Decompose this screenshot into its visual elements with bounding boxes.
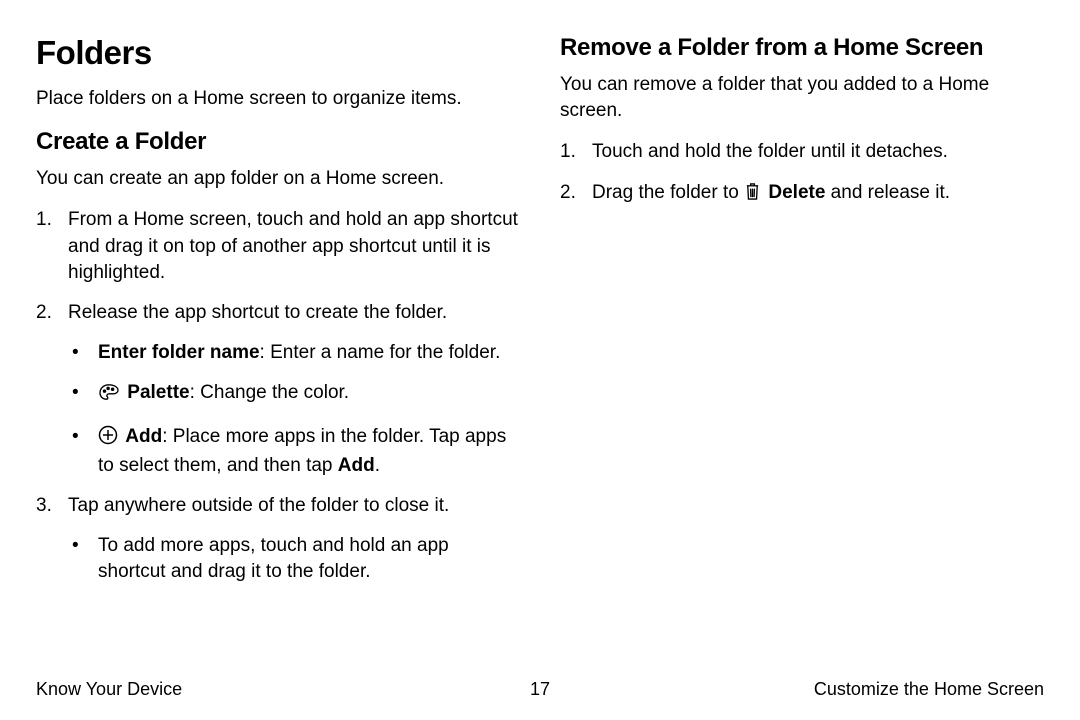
add-label: Add (125, 426, 162, 447)
add-word: Add (338, 455, 375, 476)
left-column: Folders Place folders on a Home screen t… (36, 34, 520, 671)
delete-label: Delete (768, 182, 825, 203)
enter-name-rest: : Enter a name for the folder. (260, 342, 501, 363)
step-2: Release the app shortcut to create the f… (36, 300, 520, 479)
palette-label: Palette (127, 382, 189, 403)
right-column: Remove a Folder from a Home Screen You c… (560, 34, 1044, 671)
intro-paragraph: Place folders on a Home screen to organi… (36, 86, 520, 112)
page-footer: Know Your Device 17 Customize the Home S… (36, 671, 1044, 700)
remove-folder-heading: Remove a Folder from a Home Screen (560, 34, 1044, 62)
palette-rest: : Change the color. (190, 382, 350, 403)
footer-left: Know Your Device (36, 679, 530, 700)
delete-icon (744, 181, 761, 209)
step-3-text: Tap anywhere outside of the folder to cl… (68, 495, 449, 516)
create-folder-heading: Create a Folder (36, 128, 520, 156)
main-title: Folders (36, 34, 520, 72)
create-folder-steps: From a Home screen, touch and hold an ap… (36, 207, 520, 585)
remove-folder-intro: You can remove a folder that you added t… (560, 72, 1044, 123)
enter-name-label: Enter folder name (98, 342, 260, 363)
create-folder-intro: You can create an app folder on a Home s… (36, 166, 520, 192)
step-3-bullets: To add more apps, touch and hold an app … (68, 533, 520, 585)
add-rest2: . (375, 455, 380, 476)
bullet-palette: Palette: Change the color. (68, 380, 520, 409)
remove-step-2-post: and release it. (825, 182, 950, 203)
footer-right: Customize the Home Screen (550, 679, 1044, 700)
step-1: From a Home screen, touch and hold an ap… (36, 207, 520, 286)
page-content: Folders Place folders on a Home screen t… (36, 34, 1044, 671)
remove-folder-steps: Touch and hold the folder until it detac… (560, 139, 1044, 208)
bullet-add-more: To add more apps, touch and hold an app … (68, 533, 520, 585)
palette-icon (98, 383, 120, 409)
step-3: Tap anywhere outside of the folder to cl… (36, 493, 520, 586)
remove-step-2: Drag the folder to Delete and release it… (560, 180, 1044, 209)
step-2-text: Release the app shortcut to create the f… (68, 302, 447, 323)
bullet-enter-name: Enter folder name: Enter a name for the … (68, 340, 520, 366)
add-icon (98, 425, 118, 453)
bullet-add: Add: Place more apps in the folder. Tap … (68, 424, 520, 479)
step-2-bullets: Enter folder name: Enter a name for the … (68, 340, 520, 479)
remove-step-2-pre: Drag the folder to (592, 182, 744, 203)
remove-step-1: Touch and hold the folder until it detac… (560, 139, 1044, 165)
footer-page-number: 17 (530, 679, 550, 700)
